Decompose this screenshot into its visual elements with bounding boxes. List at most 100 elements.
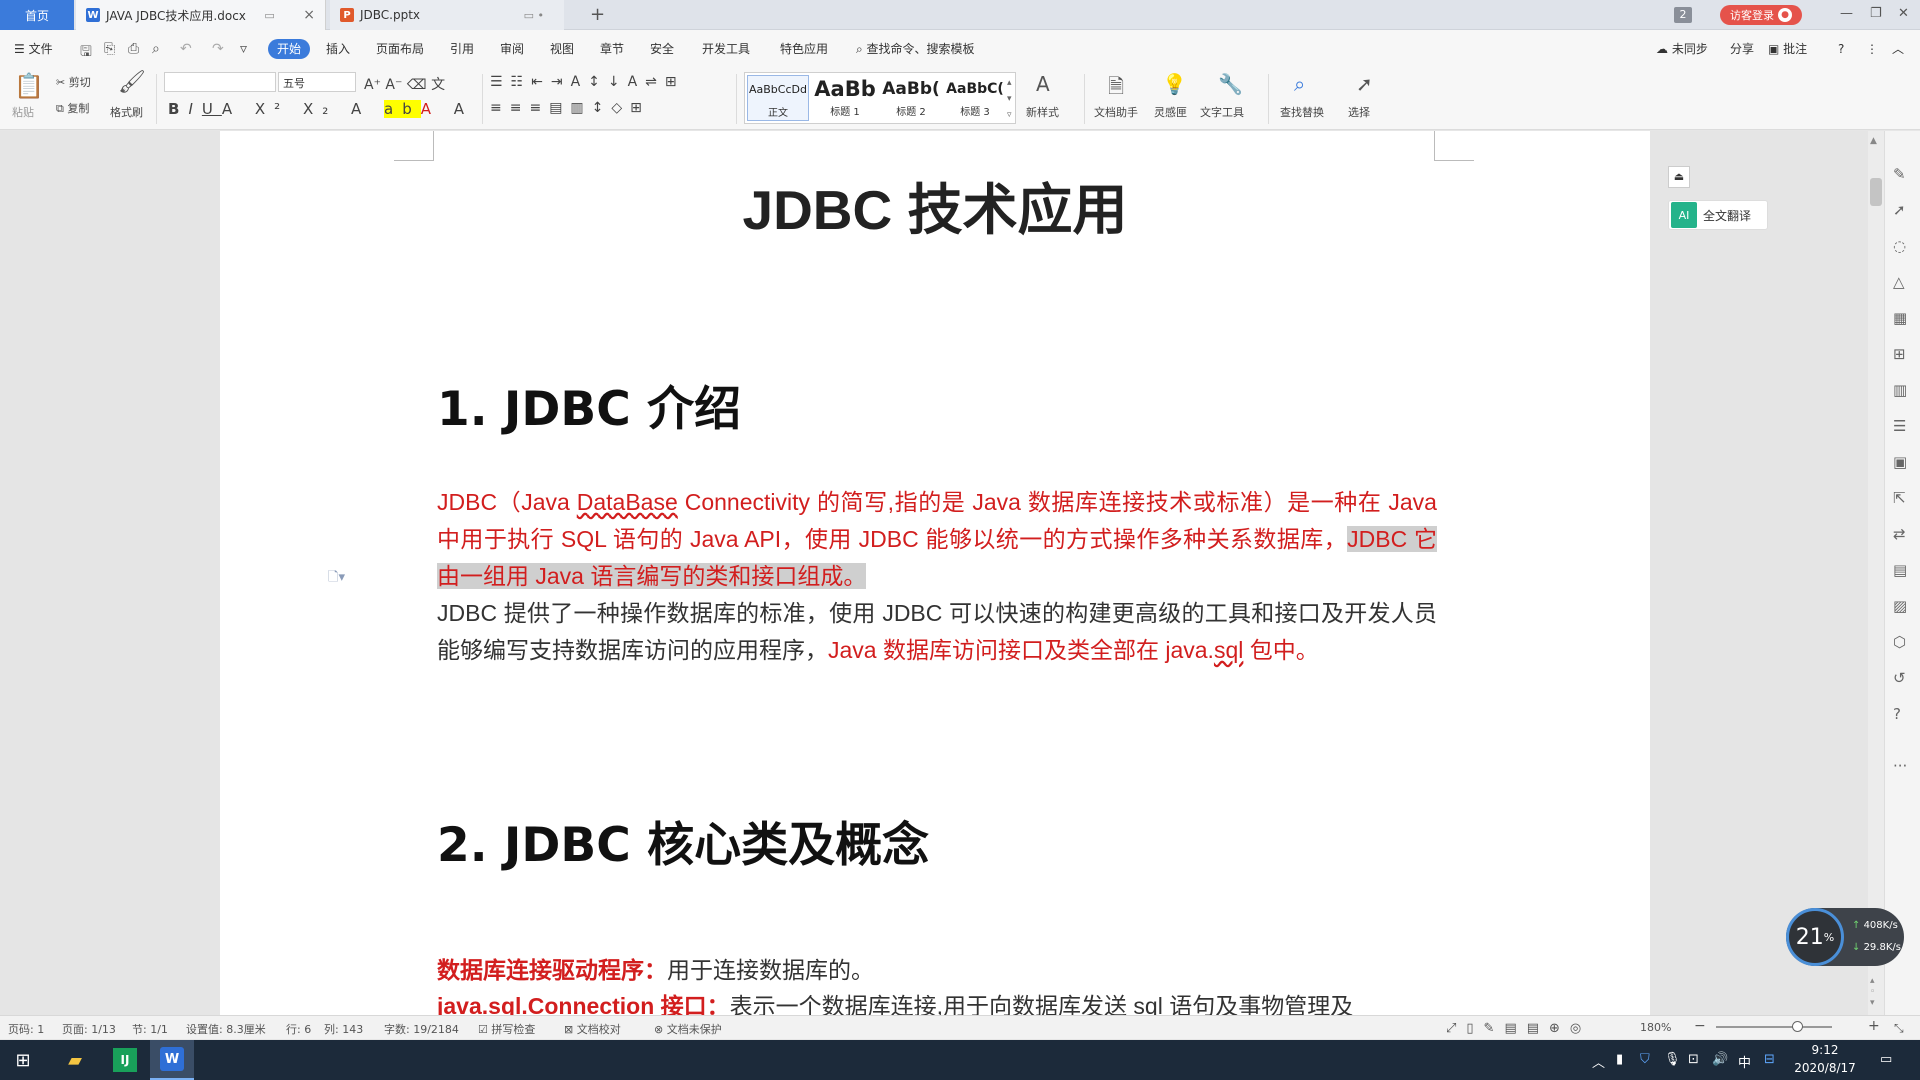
tab-home[interactable]: 首页 (0, 0, 74, 30)
help-icon[interactable]: ? (1838, 30, 1844, 68)
tray-device-icon[interactable]: ▮ (1616, 1052, 1623, 1067)
tray-security-icon[interactable]: ⛉ (1640, 1052, 1650, 1067)
tab-devtools[interactable]: 开发工具 (702, 30, 750, 68)
paragraph-menu-icon[interactable]: 🗋▾ (328, 568, 345, 590)
print-icon[interactable]: ⎙ (128, 41, 139, 57)
tray-expand-icon[interactable]: ︿ (1592, 1052, 1605, 1071)
setting-value-status[interactable]: 设置值: 8.3厘米 (186, 1021, 266, 1037)
shield-icon[interactable]: ⬡ (1893, 633, 1906, 651)
row-status[interactable]: 行: 6 (286, 1021, 311, 1037)
table-icon[interactable]: ▦ (1893, 309, 1907, 327)
window-close-icon[interactable]: ✕ (1898, 6, 1909, 21)
full-translate-button[interactable]: AI 全文翻译 (1668, 200, 1768, 230)
tab-pin-icon[interactable]: ▭ • (524, 9, 544, 22)
document-assistant-icon[interactable]: 🗎 (1108, 72, 1124, 106)
fit-page-icon[interactable]: ⤡ (1894, 1021, 1904, 1036)
adjust-icon[interactable]: ☰ (1893, 417, 1906, 435)
tab-insert[interactable]: 插入 (326, 30, 350, 68)
guest-login-button[interactable]: 访客登录 ● (1720, 5, 1802, 25)
chart-icon[interactable]: ▥ (1893, 381, 1907, 399)
new-tab-button[interactable]: + (590, 4, 605, 25)
more-tools-icon[interactable]: ··· (1893, 757, 1907, 775)
command-search[interactable]: ⌕ 查找命令、搜索模板 (856, 30, 975, 68)
tab-view[interactable]: 视图 (550, 30, 574, 68)
undo-icon[interactable]: ↶ (180, 41, 192, 57)
tab-references[interactable]: 引用 (450, 30, 474, 68)
minimize-icon[interactable]: — (1840, 6, 1853, 21)
tab-presentation[interactable]: P JDBC.pptx ▭ • (330, 0, 564, 30)
spell-check-button[interactable]: ☑ 拼写检查 (478, 1021, 535, 1037)
save-icon[interactable]: 🖫 (80, 41, 92, 65)
heading-1[interactable]: 1. JDBC 介绍 (437, 370, 741, 439)
ime-indicator[interactable]: 中 (1738, 1052, 1751, 1071)
lightbulb-icon[interactable]: 💡 (1162, 72, 1187, 96)
wps-app-icon[interactable]: W (150, 1040, 194, 1080)
share-button[interactable]: 分享 (1730, 30, 1754, 68)
zoom-slider-handle[interactable] (1792, 1021, 1803, 1032)
customize-toolbar-icon[interactable]: ▿ (240, 41, 247, 57)
pointer-icon[interactable]: ➚ (1893, 201, 1906, 219)
paragraph-connection[interactable]: java.sql.Connection 接口：表示一个数据库连接,用于向数据库发… (437, 988, 1437, 1015)
font-size-select[interactable]: 五号 (278, 72, 356, 92)
ide-app-icon[interactable]: IJ (104, 1040, 146, 1080)
tab-chapter[interactable]: 章节 (600, 30, 624, 68)
vertical-scrollbar[interactable] (1868, 131, 1884, 1015)
proofread-button[interactable]: ⊠ 文档校对 (564, 1021, 621, 1037)
pen-icon[interactable]: ✎ (1893, 165, 1906, 183)
question-icon[interactable]: ? (1893, 705, 1901, 723)
tab-page-layout[interactable]: 页面布局 (376, 30, 424, 68)
font-format-buttons[interactable]: BIUA X² X₂ A abA A (168, 100, 473, 118)
paste-icon[interactable]: 📋 (14, 72, 44, 100)
cursor-icon[interactable]: ➚ (1356, 72, 1373, 96)
paragraph-list-buttons[interactable]: ☰☷⇤⇥A↕↓A⇌⊞ (490, 74, 685, 90)
tab-special-apps[interactable]: 特色应用 (780, 30, 828, 68)
style-heading-2[interactable]: AaBb( 标题 2 (879, 75, 943, 121)
heading-2[interactable]: 2. JDBC 核心类及概念 (437, 806, 929, 875)
cut-button[interactable]: ✂ 剪切 (56, 74, 91, 90)
style-gallery-scroll-icon[interactable]: ▴ ▾ ▿ (1007, 75, 1012, 123)
zoom-out-icon[interactable]: − (1694, 1018, 1706, 1034)
font-size-controls[interactable]: A⁺ A⁻ ⌫ 文 (364, 74, 445, 94)
tab-start[interactable]: 开始 (268, 39, 311, 59)
zoom-slider-track[interactable] (1716, 1026, 1832, 1028)
tab-document[interactable]: W JAVA JDBC技术应用.docx ▭ × (76, 0, 326, 30)
export-pdf-icon[interactable]: ⎘ (104, 41, 115, 57)
tab-pin-icon[interactable]: ▭ (264, 9, 274, 22)
clock-time[interactable]: 9:12 (1790, 1043, 1860, 1057)
collapse-ribbon-icon[interactable]: ︿ (1892, 30, 1904, 68)
format-painter-icon[interactable]: 🖌 (118, 70, 146, 95)
windows-start-icon[interactable]: ⊞ (0, 1040, 46, 1080)
tab-review[interactable]: 审阅 (500, 30, 524, 68)
paragraph-jdbc-intro[interactable]: JDBC（Java DataBase Connectivity 的简写,指的是 … (437, 484, 1437, 595)
notification-icon[interactable]: ▭ (1880, 1052, 1892, 1067)
page-nav-icon[interactable]: ▴ ◦ ▾ (1870, 976, 1875, 1009)
page-number-status[interactable]: 页码: 1 (8, 1021, 44, 1037)
share-out-icon[interactable]: ⇱ (1893, 489, 1906, 507)
collapse-panel-icon[interactable]: ⏏ (1668, 166, 1690, 188)
network-icon[interactable]: ⊡ (1688, 1052, 1699, 1067)
archive-icon[interactable]: ▤ (1893, 561, 1907, 579)
apps-icon[interactable]: ⊞ (1893, 345, 1906, 363)
restore-icon[interactable]: ❐ (1870, 6, 1882, 21)
paragraph-align-buttons[interactable]: ≡≡≡▤▥↕◇⊞ (490, 100, 650, 116)
zoom-level-select[interactable]: 180% (1640, 1021, 1671, 1034)
redo-icon[interactable]: ↷ (212, 41, 224, 57)
magnifier-icon[interactable]: ⌕ (1294, 72, 1305, 96)
comment-button[interactable]: ▣ 批注 (1768, 30, 1807, 68)
new-style-icon[interactable]: A (1036, 72, 1050, 96)
style-heading-1[interactable]: AaBb 标题 1 (813, 75, 877, 121)
copy-button[interactable]: ⧉ 复制 (56, 100, 89, 116)
view-mode-buttons[interactable]: ⤢▯✎▤▤⊕◎ (1446, 1021, 1591, 1036)
paragraph-jdbc-standard[interactable]: JDBC 提供了一种操作数据库的标准，使用 JDBC 可以快速的构建更高级的工具… (437, 595, 1437, 669)
history-icon[interactable]: ↺ (1893, 669, 1906, 687)
clock-date[interactable]: 2020/8/17 (1790, 1061, 1860, 1075)
sync-status-button[interactable]: ☁ 未同步 (1656, 30, 1708, 68)
print-preview-icon[interactable]: ⌕ (152, 41, 160, 57)
gallery-icon[interactable]: ▣ (1893, 453, 1907, 471)
zoom-in-icon[interactable]: + (1868, 1018, 1880, 1034)
style-heading-3[interactable]: AaBbC( 标题 3 (945, 75, 1005, 121)
shapes-icon[interactable]: ◌ (1893, 237, 1906, 255)
document-title[interactable]: JDBC 技术应用 (220, 165, 1650, 245)
font-family-select[interactable] (164, 72, 276, 92)
fill-icon[interactable]: △ (1893, 273, 1905, 291)
